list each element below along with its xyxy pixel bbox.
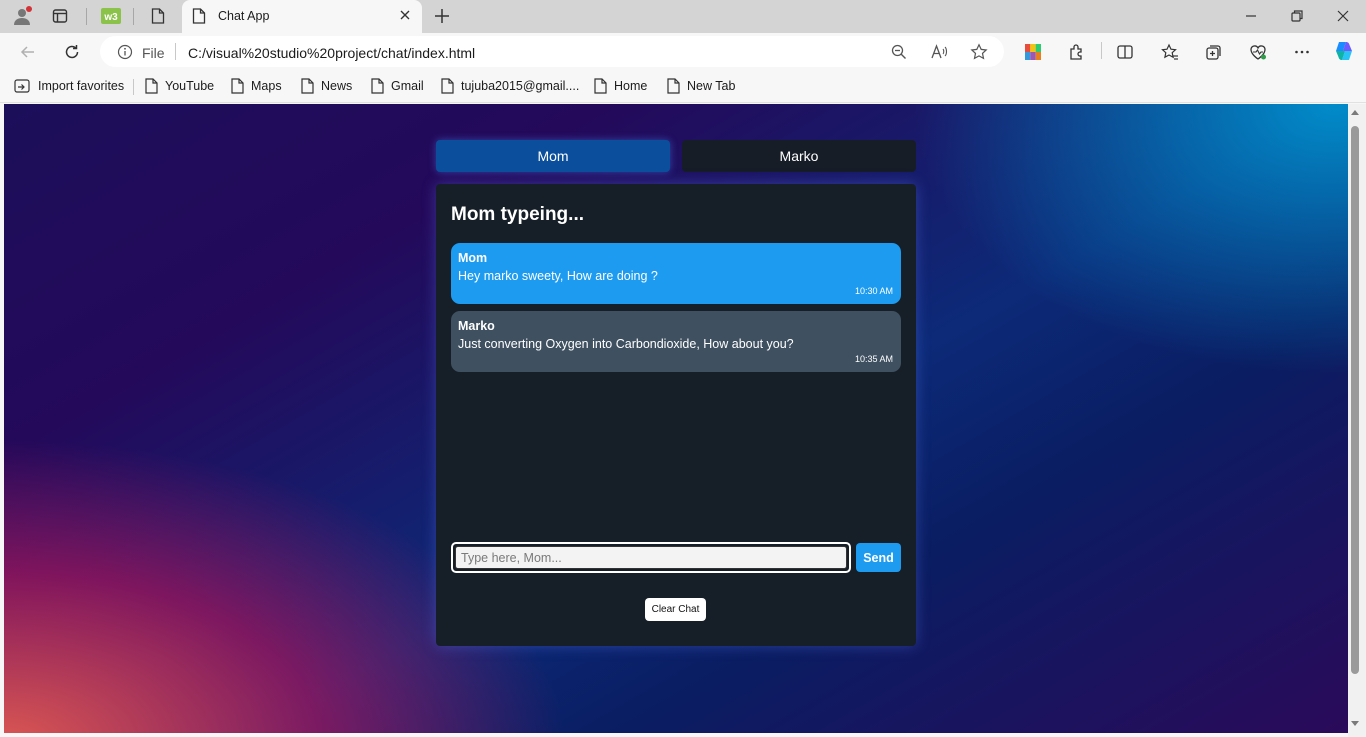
browser-toolbar: File C:/visual%20studio%20project/chat/i… [0,33,1366,70]
address-divider [175,43,176,60]
scroll-up-icon[interactable] [1351,110,1359,115]
favorites-icon[interactable] [1159,41,1181,63]
message-sender: Mom [458,251,488,265]
page-tab-icon[interactable] [145,4,171,28]
back-icon[interactable] [17,41,39,63]
scroll-down-icon[interactable] [1351,721,1359,726]
tab-mom[interactable]: Mom [436,140,670,172]
scheme-label: File [142,45,165,61]
more-options-icon[interactable] [1291,41,1313,63]
page-icon [192,8,206,27]
page-viewport: Mom Marko Mom typeing... Mom Hey marko s… [4,104,1348,733]
favorite-news[interactable]: News [301,78,352,94]
message-bubble: Marko Just converting Oxygen into Carbon… [451,311,901,372]
extensions-icon[interactable] [1066,41,1088,63]
url-text[interactable]: C:/visual%20studio%20project/chat/index.… [188,45,475,61]
message-input-wrapper [451,542,851,573]
favorite-label: Maps [251,79,282,93]
favorite-label: YouTube [165,79,215,93]
favorite-label: tujuba2015@gmail.... [461,79,580,93]
address-bar[interactable]: File C:/visual%20studio%20project/chat/i… [100,36,1004,67]
favorite-email[interactable]: tujuba2015@gmail.... [441,78,579,94]
tab-actions-icon[interactable] [47,4,73,28]
import-favorites-icon [14,79,30,93]
zoom-icon[interactable] [890,43,908,64]
page-icon [594,78,607,94]
restore-icon[interactable] [1289,8,1305,27]
chat-panel: Mom typeing... Mom Hey marko sweety, How… [436,184,916,646]
favorite-home[interactable]: Home [594,78,647,94]
favorite-label: Import favorites [38,79,125,93]
w3schools-tab-icon[interactable]: w3 [98,4,124,28]
page-icon [301,78,314,94]
favorite-maps[interactable]: Maps [231,78,282,94]
page-icon [371,78,384,94]
favorite-label: New Tab [687,79,736,93]
split-screen-icon[interactable] [1114,41,1136,63]
message-text: Just converting Oxygen into Carbondioxid… [458,337,794,351]
favorite-import-favorites[interactable]: Import favorites [14,78,124,94]
collections-icon[interactable] [1203,41,1225,63]
message-sender: Marko [458,319,495,333]
page-icon [145,78,158,94]
clear-chat-button[interactable]: Clear Chat [645,598,706,621]
tab-separator [133,8,134,25]
active-tab[interactable]: Chat App [182,0,422,33]
favorite-gmail[interactable]: Gmail [371,78,424,94]
favorites-separator [133,79,134,95]
chat-user-tabs: Mom Marko [436,140,916,172]
tab-separator [86,8,87,25]
page-scrollbar[interactable] [1348,104,1366,737]
favorite-star-icon[interactable] [970,43,988,64]
site-info-icon[interactable] [117,44,133,63]
message-time: 10:30 AM [854,286,893,296]
send-button[interactable]: Send [856,543,901,572]
page-icon [231,78,244,94]
read-aloud-icon[interactable] [930,43,948,64]
refresh-icon[interactable] [61,41,83,63]
active-tab-title: Chat App [218,9,270,23]
browser-essentials-icon[interactable] [1247,41,1269,63]
svg-text:w3: w3 [103,12,118,23]
tab-marko[interactable]: Marko [682,140,916,172]
new-tab-icon[interactable] [432,6,452,29]
copilot-icon[interactable] [1331,38,1357,64]
browser-tab-strip: w3 Chat App [0,0,1366,33]
message-bubble: Mom Hey marko sweety, How are doing ? 10… [451,243,901,304]
message-text: Hey marko sweety, How are doing ? [458,269,658,283]
favorites-bar: Import favorites YouTube Maps News Gmail… [0,70,1366,103]
message-input[interactable] [455,546,847,569]
favorite-label: Gmail [391,79,424,93]
close-window-icon[interactable] [1335,8,1351,27]
close-tab-icon[interactable] [398,8,412,25]
favorite-label: News [321,79,353,93]
profile-icon[interactable] [9,4,35,28]
minimize-icon[interactable] [1243,8,1259,27]
message-time: 10:35 AM [854,354,893,364]
scrollbar-thumb[interactable] [1351,126,1359,674]
favorite-new-tab[interactable]: New Tab [667,78,735,94]
favorite-label: Home [614,79,648,93]
favorite-youtube[interactable]: YouTube [145,78,214,94]
colorful-extension-icon[interactable] [1022,41,1044,63]
typing-indicator: Mom typeing... [451,204,584,225]
toolbar-separator [1101,42,1102,59]
page-icon [441,78,454,94]
page-icon [667,78,680,94]
